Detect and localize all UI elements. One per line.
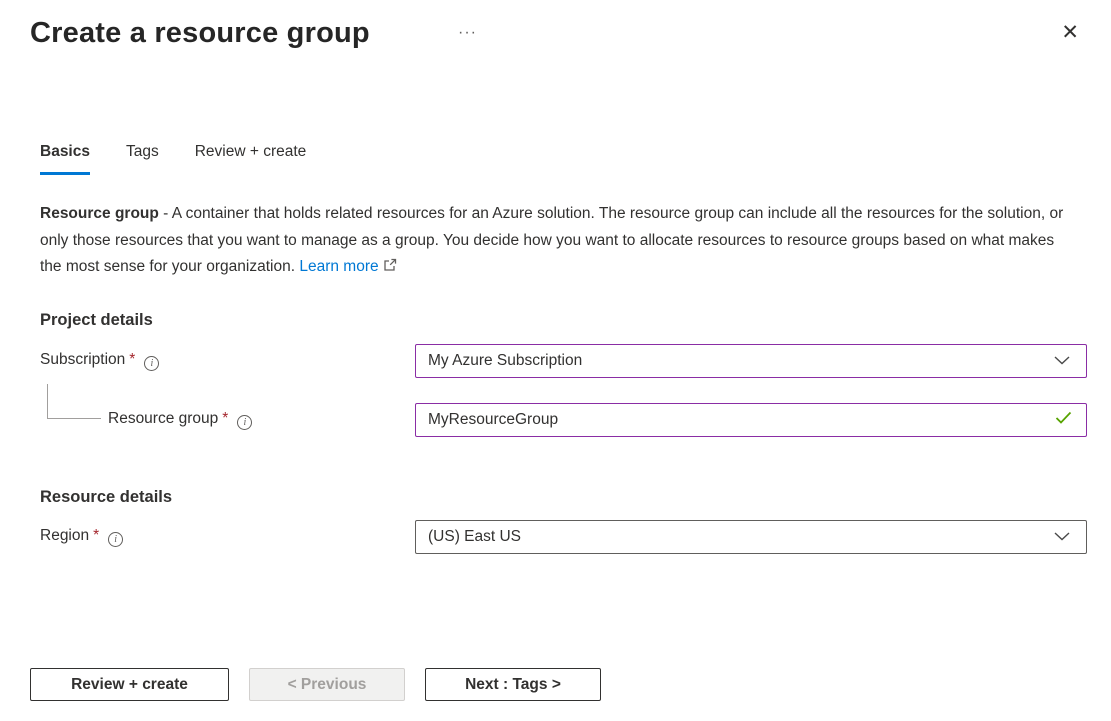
region-value: (US) East US [428, 528, 1054, 546]
more-options-icon[interactable]: ··· [458, 24, 477, 42]
subscription-value: My Azure Subscription [428, 352, 1054, 370]
wizard-footer: Review + create < Previous Next : Tags > [30, 668, 601, 701]
info-icon[interactable]: i [144, 356, 159, 371]
required-marker: * [93, 527, 99, 544]
next-tags-button[interactable]: Next : Tags > [425, 668, 601, 701]
resource-group-input-box [415, 403, 1087, 437]
page-title: Create a resource group [30, 17, 370, 50]
external-link-icon[interactable] [383, 255, 397, 282]
region-row: Region*i (US) East US [0, 520, 1111, 554]
project-details-heading: Project details [40, 311, 153, 330]
subscription-label: Subscription*i [40, 351, 159, 371]
region-label: Region*i [40, 527, 123, 547]
region-dropdown[interactable]: (US) East US [415, 520, 1087, 554]
tab-review-create[interactable]: Review + create [195, 143, 307, 175]
resource-group-label: Resource group*i [108, 410, 252, 430]
description-lead: Resource group [40, 205, 159, 222]
chevron-down-icon [1054, 352, 1070, 370]
description-body: - A container that holds related resourc… [40, 205, 1063, 275]
info-icon[interactable]: i [108, 532, 123, 547]
tab-bar: Basics Tags Review + create [40, 143, 306, 175]
previous-button[interactable]: < Previous [249, 668, 405, 701]
tab-basics[interactable]: Basics [40, 143, 90, 175]
tab-description: Resource group - A container that holds … [40, 201, 1072, 282]
create-resource-group-dialog: Create a resource group ··· ✕ Basics Tag… [0, 0, 1111, 721]
review-create-button[interactable]: Review + create [30, 668, 229, 701]
subscription-dropdown[interactable]: My Azure Subscription [415, 344, 1087, 378]
subscription-row: Subscription*i My Azure Subscription [0, 344, 1111, 378]
learn-more-link[interactable]: Learn more [299, 258, 378, 275]
required-marker: * [222, 410, 228, 427]
valid-checkmark-icon [1055, 411, 1072, 429]
resource-group-row: Resource group*i [0, 403, 1111, 437]
tab-tags[interactable]: Tags [126, 143, 159, 175]
info-icon[interactable]: i [237, 415, 252, 430]
close-icon[interactable]: ✕ [1061, 22, 1079, 43]
resource-group-input[interactable] [428, 411, 1055, 429]
resource-details-heading: Resource details [40, 488, 172, 507]
required-marker: * [129, 351, 135, 368]
chevron-down-icon [1054, 528, 1070, 546]
